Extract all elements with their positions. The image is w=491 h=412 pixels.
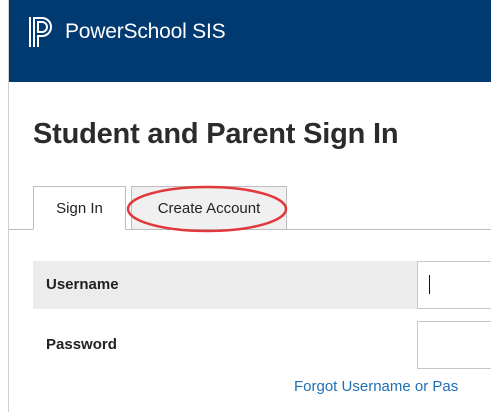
tab-create-account[interactable]: Create Account [131, 186, 287, 229]
app-header: PowerSchool SIS [9, 0, 491, 82]
username-row: Username [33, 261, 491, 309]
tab-create-account-label: Create Account [157, 199, 261, 217]
brand-name: PowerSchool SIS [65, 20, 226, 43]
page-title: Student and Parent Sign In [33, 118, 399, 150]
password-label: Password [46, 336, 117, 353]
tab-sign-in-label: Sign In [56, 199, 103, 217]
password-input[interactable] [417, 321, 491, 369]
text-cursor [429, 275, 430, 294]
password-row: Password [33, 321, 491, 369]
powerschool-logo-icon [29, 17, 52, 47]
forgot-username-password-link[interactable]: Forgot Username or Pas [294, 378, 458, 395]
tab-sign-in[interactable]: Sign In [33, 186, 126, 230]
username-label: Username [46, 276, 119, 293]
